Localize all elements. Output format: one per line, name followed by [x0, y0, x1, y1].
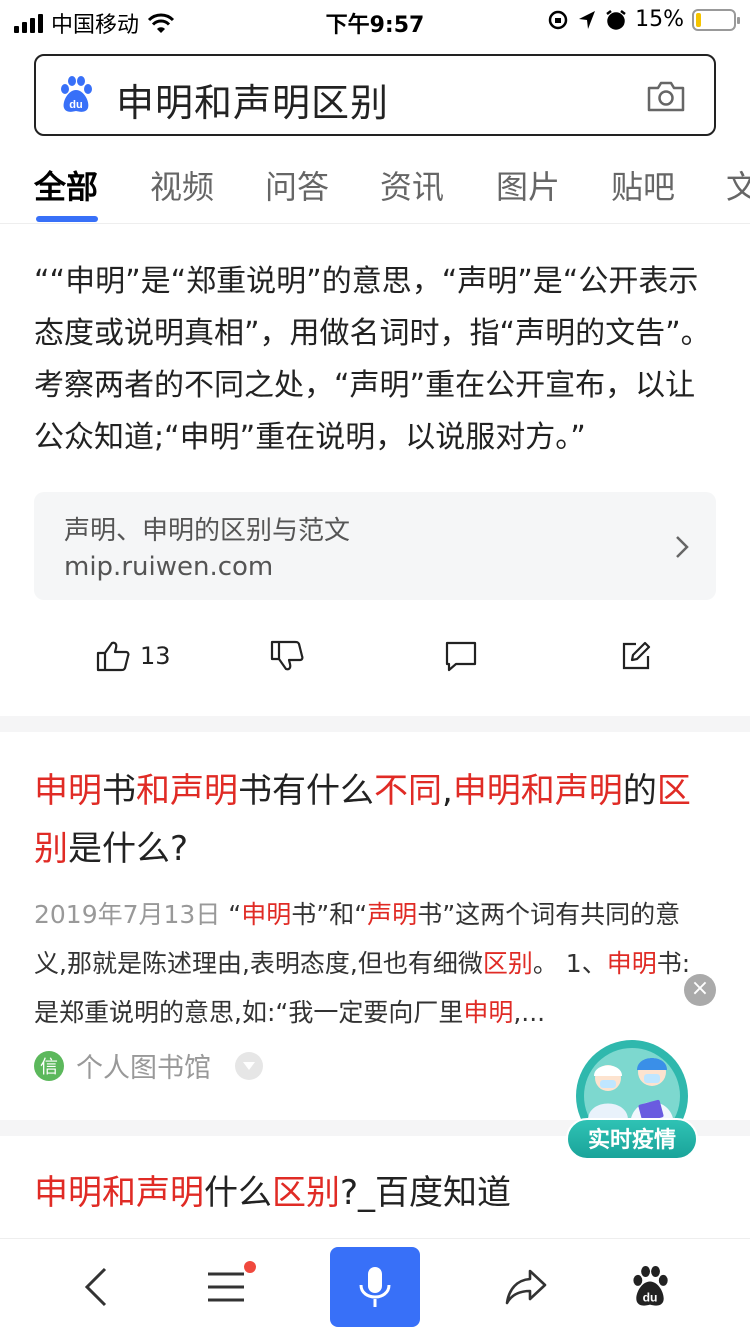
text-segment: , — [442, 771, 453, 811]
comment-button[interactable] — [444, 640, 478, 672]
orientation-lock-icon — [548, 10, 568, 29]
edit-icon — [622, 641, 651, 670]
share-arrow-icon — [505, 1269, 547, 1305]
like-button[interactable]: 13 — [96, 640, 171, 672]
tab-all[interactable]: 全部 — [34, 162, 98, 208]
answer-source-link[interactable]: 声明、申明的区别与范文 mip.ruiwen.com — [34, 492, 716, 600]
text-segment: ?_百度知道 — [340, 1173, 512, 1213]
epidemic-badge-label[interactable]: 实时疫情 — [566, 1118, 698, 1160]
text-segment: 的 — [622, 771, 657, 811]
answer-actions: 13 — [0, 630, 750, 690]
keyword-highlight: 不同 — [374, 771, 442, 811]
result-title[interactable]: 申明和声明什么区别?_百度知道 — [34, 1164, 724, 1222]
search-box[interactable]: du 申明和声明区别 — [34, 54, 716, 136]
thumbs-up-icon — [96, 641, 130, 672]
share-button[interactable] — [490, 1239, 562, 1334]
text-segment: 。 1、 — [532, 949, 607, 978]
site-logo: 信 — [34, 1050, 64, 1081]
keyword-highlight: 申明 — [241, 900, 292, 929]
search-tabs: 全部 视频 问答 资讯 图片 贴吧 文 — [0, 150, 750, 224]
back-button[interactable] — [60, 1239, 132, 1334]
tab-wenku[interactable]: 文 — [726, 162, 750, 208]
edit-button[interactable] — [620, 640, 652, 672]
keyword-highlight: 申明 — [606, 949, 657, 978]
result-source[interactable]: 信 个人图书馆 — [34, 1046, 263, 1085]
microphone-icon — [359, 1267, 391, 1307]
keyword-highlight: 和声明 — [136, 771, 238, 811]
svg-text:du: du — [643, 1290, 658, 1304]
text-segment: ,... — [513, 998, 546, 1027]
close-icon[interactable]: × — [684, 974, 716, 1006]
menu-button[interactable] — [190, 1239, 262, 1334]
alarm-icon — [606, 9, 626, 30]
comment-icon — [445, 641, 477, 672]
result-date: 2019年7月13日 — [34, 900, 221, 929]
result-snippet: 2019年7月13日 “申明书”和“声明书”这两个词有共同的意义,那就是陈述理由… — [34, 890, 704, 1037]
text-segment: 书”和“ — [291, 900, 368, 929]
chevron-right-icon — [676, 536, 689, 558]
svg-text:du: du — [69, 99, 82, 111]
baidu-paw-icon: du — [61, 76, 92, 112]
text-segment: 书有什么 — [238, 771, 374, 811]
site-name: 个人图书馆 — [76, 1053, 211, 1084]
dislike-button[interactable] — [270, 640, 304, 672]
text-segment: 什么 — [204, 1173, 272, 1213]
keyword-highlight: 区别 — [272, 1173, 340, 1213]
featured-answer-text: ““申明”是“郑重说明”的意思，“声明”是“公开表示态度或说明真相”，用做名词时… — [34, 264, 711, 455]
location-arrow-icon — [579, 10, 596, 29]
source-url: mip.ruiwen.com — [64, 552, 274, 582]
status-bar: 中国移动 下午9:57 15% — [0, 0, 750, 40]
result-title[interactable]: 申明书和声明书有什么不同,申明和声明的区别是什么? — [34, 762, 724, 878]
back-arrow-icon — [84, 1267, 107, 1307]
keyword-highlight: 申明和声明 — [452, 771, 623, 811]
source-title: 声明、申明的区别与范文 — [64, 516, 351, 546]
active-tab-indicator — [36, 216, 98, 222]
keyword-highlight: 声明 — [367, 900, 418, 929]
battery-percent: 15% — [635, 7, 684, 32]
keyword-highlight: 申明 — [463, 998, 514, 1027]
tab-qa[interactable]: 问答 — [265, 162, 329, 208]
thumbs-down-icon — [270, 640, 304, 671]
chevron-down-icon[interactable] — [235, 1051, 263, 1080]
keyword-highlight: 申明 — [34, 771, 102, 811]
text-segment: 书 — [102, 771, 136, 811]
section-divider — [0, 716, 750, 732]
bottom-navigation: du — [0, 1238, 750, 1334]
tab-images[interactable]: 图片 — [496, 162, 560, 208]
text-segment: 是什么? — [68, 829, 189, 869]
baidu-home-button[interactable]: du — [612, 1239, 688, 1334]
tab-tieba[interactable]: 贴吧 — [611, 162, 675, 208]
text-segment: “ — [220, 900, 242, 929]
keyword-highlight: 区别 — [482, 949, 533, 978]
voice-search-button[interactable] — [330, 1247, 420, 1327]
keyword-highlight: 申明和声明 — [34, 1173, 204, 1213]
baidu-paw-icon: du — [633, 1266, 668, 1306]
search-input[interactable]: 申明和声明区别 — [116, 72, 389, 127]
notification-dot — [244, 1261, 256, 1273]
tab-video[interactable]: 视频 — [150, 162, 214, 208]
menu-icon — [208, 1272, 244, 1302]
battery-icon — [692, 8, 740, 31]
camera-icon[interactable] — [646, 78, 686, 114]
like-count: 13 — [140, 642, 171, 670]
tab-news[interactable]: 资讯 — [380, 162, 444, 208]
